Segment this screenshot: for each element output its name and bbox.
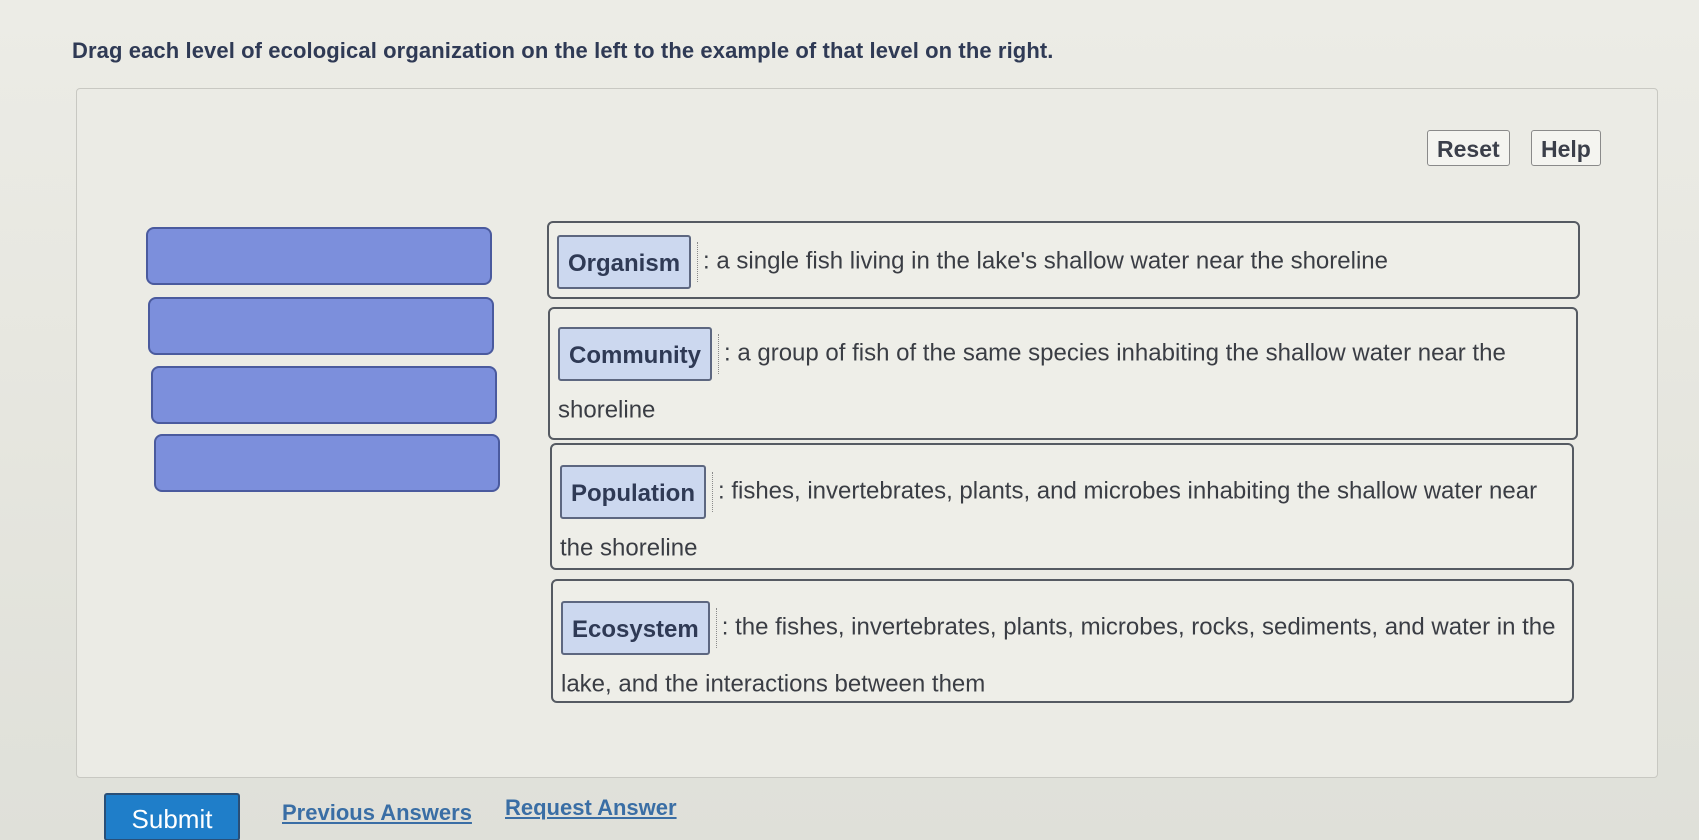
reset-button[interactable]: Reset [1427,130,1510,166]
target-description: : the fishes, invertebrates, plants, mic… [561,613,1556,698]
source-slot-4[interactable] [154,434,500,492]
target-description: : fishes, invertebrates, plants, and mic… [560,477,1538,562]
target-description: : a single fish living in the lake's sha… [703,247,1388,275]
target-ecosystem[interactable]: Ecosystem: the fishes, invertebrates, pl… [551,579,1574,703]
source-slot-1[interactable] [146,227,492,285]
submit-button[interactable]: Submit [104,793,240,840]
separator [697,241,699,282]
help-button[interactable]: Help [1531,130,1601,166]
drop-chip-community[interactable]: Community [558,326,712,381]
separator [711,471,714,512]
drop-chip-population[interactable]: Population [560,464,706,519]
previous-answers-link[interactable]: Previous Answers [282,800,472,826]
separator [715,607,718,648]
target-organism[interactable]: Organism : a single fish living in the la… [547,221,1580,299]
question-prompt: Drag each level of ecological organizati… [72,38,1054,63]
target-community[interactable]: Community: a group of fish of the same s… [548,307,1578,440]
drop-chip-organism[interactable]: Organism [557,234,692,289]
source-slot-3[interactable] [151,366,497,424]
separator [718,333,720,374]
request-answer-link[interactable]: Request Answer [505,795,677,821]
target-population[interactable]: Population: fishes, invertebrates, plant… [550,443,1574,570]
source-slot-2[interactable] [148,297,494,355]
drop-chip-ecosystem[interactable]: Ecosystem [561,600,710,655]
page: Drag each level of ecological organizati… [0,0,1699,840]
